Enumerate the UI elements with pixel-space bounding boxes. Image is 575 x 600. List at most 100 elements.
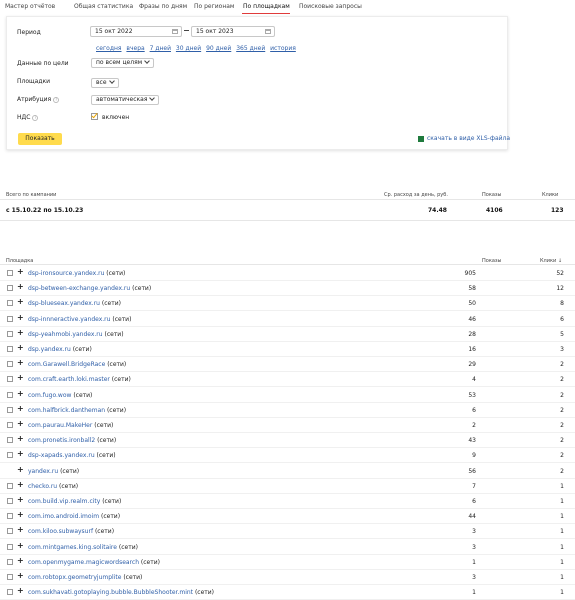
row-checkbox[interactable] xyxy=(7,270,13,276)
plus-icon[interactable]: + xyxy=(17,389,24,398)
site-name: com.build.vip.realm.city xyxy=(28,498,101,505)
row-checkbox[interactable] xyxy=(7,422,13,428)
site-link[interactable]: com.pronetis.ironball2 (сети) xyxy=(28,437,116,444)
site-network-tag: (сети) xyxy=(193,589,215,597)
site-clicks: 52 xyxy=(556,270,564,277)
period-link-90-days[interactable]: 90 дней xyxy=(206,45,231,52)
site-network-tag: (сети) xyxy=(110,315,132,323)
site-link[interactable]: com.halfbrick.dantheman (сети) xyxy=(28,407,126,414)
row-checkbox[interactable] xyxy=(7,285,13,292)
plus-icon[interactable]: + xyxy=(17,358,24,367)
site-clicks: 2 xyxy=(560,452,564,460)
tab-report-master[interactable]: Мастер отчётов xyxy=(5,3,55,10)
row-checkbox[interactable] xyxy=(7,482,13,489)
site-link[interactable]: com.openmygame.magicwordsearch (сети) xyxy=(28,559,160,566)
site-link[interactable]: com.imo.android.imoim (сети) xyxy=(28,513,120,520)
row-checkbox[interactable] xyxy=(7,513,13,520)
site-network-tag: (сети) xyxy=(95,437,117,445)
site-link[interactable]: dsp-yeahmobi.yandex.ru (сети) xyxy=(28,331,124,338)
row-checkbox[interactable] xyxy=(7,330,13,337)
period-link-today[interactable]: сегодня xyxy=(96,45,122,52)
period-label: Период xyxy=(17,29,41,36)
site-link[interactable]: checko.ru (сети) xyxy=(28,483,78,490)
tab-general-stats[interactable]: Общая статистика xyxy=(74,3,133,10)
site-link[interactable]: dsp-xapads.yandex.ru (сети) xyxy=(28,452,116,459)
plus-icon[interactable]: + xyxy=(17,419,24,428)
row-checkbox[interactable] xyxy=(7,300,13,307)
row-checkbox[interactable] xyxy=(7,558,13,565)
row-checkbox[interactable] xyxy=(7,452,13,459)
row-checkbox[interactable] xyxy=(7,437,13,444)
row-checkbox[interactable] xyxy=(7,391,13,398)
sites-select[interactable]: все xyxy=(91,78,119,88)
date-to-field[interactable]: 15 окт 2023 xyxy=(191,26,275,37)
period-link-365-days[interactable]: 365 дней xyxy=(236,45,265,52)
plus-icon[interactable]: + xyxy=(17,495,24,504)
site-link[interactable]: com.mintgames.king.solitaire (сети) xyxy=(28,544,138,551)
plus-icon[interactable]: + xyxy=(17,556,24,565)
plus-icon[interactable]: + xyxy=(17,510,24,519)
site-link[interactable]: dsp-ironsource.yandex.ru (сети) xyxy=(28,270,125,277)
plus-icon[interactable]: + xyxy=(17,373,24,382)
plus-icon[interactable]: + xyxy=(17,571,24,580)
show-button[interactable]: Показать xyxy=(18,133,62,145)
row-checkbox[interactable] xyxy=(7,574,13,580)
site-link[interactable]: com.craft.earth.loki.master (сети) xyxy=(28,376,131,383)
period-link-30-days[interactable]: 30 дней xyxy=(176,45,201,52)
plus-icon[interactable]: + xyxy=(17,313,24,322)
calendar-icon[interactable] xyxy=(265,29,271,34)
quick-period-links: сегодня вчера 7 дней 30 дней 90 дней 365… xyxy=(96,45,299,52)
table-row: + dsp-xapads.yandex.ru (сети) 9 2 xyxy=(0,448,575,464)
tab-search-queries[interactable]: Поисковые запросы xyxy=(299,3,362,10)
site-link[interactable]: dsp-between-exchange.yandex.ru (сети) xyxy=(28,285,151,292)
plus-icon[interactable]: + xyxy=(17,465,24,474)
site-link[interactable]: com.paurau.MakeHer (сети) xyxy=(28,422,113,429)
site-link[interactable]: com.fugo.wow (сети) xyxy=(28,392,92,399)
row-checkbox[interactable] xyxy=(7,589,13,596)
plus-icon[interactable]: + xyxy=(17,525,24,534)
row-checkbox[interactable] xyxy=(7,315,13,322)
goal-select[interactable]: по всем целям xyxy=(91,58,155,68)
plus-icon[interactable]: + xyxy=(17,328,24,337)
calendar-icon[interactable] xyxy=(172,29,178,34)
attribution-select[interactable]: автоматическая xyxy=(91,95,160,105)
tab-by-site[interactable]: По площадкам xyxy=(243,3,290,10)
period-link-yesterday[interactable]: вчера xyxy=(126,45,144,52)
date-from-field[interactable]: 15 окт 2022 xyxy=(90,26,182,37)
site-clicks: 2 xyxy=(560,376,564,384)
plus-icon[interactable]: + xyxy=(17,267,24,276)
vat-checkbox[interactable] xyxy=(91,111,98,120)
plus-icon[interactable]: + xyxy=(17,434,24,443)
site-link[interactable]: dsp.yandex.ru (сети) xyxy=(28,346,92,353)
row-checkbox[interactable] xyxy=(7,528,13,535)
plus-icon[interactable]: + xyxy=(17,297,24,306)
site-link[interactable]: dsp-blueseax.yandex.ru (сети) xyxy=(28,300,121,307)
plus-icon[interactable]: + xyxy=(17,449,24,458)
tab-by-region[interactable]: По регионам xyxy=(194,3,234,10)
site-link[interactable]: com.robtopx.geometryjumplite (сети) xyxy=(28,574,142,581)
row-checkbox[interactable] xyxy=(7,406,13,413)
download-xls-link[interactable]: скачать в виде XLS-файла xyxy=(418,135,510,142)
period-link-7-days[interactable]: 7 дней xyxy=(150,45,171,52)
help-icon[interactable]: ? xyxy=(32,114,39,121)
row-checkbox[interactable] xyxy=(7,346,13,352)
site-link[interactable]: com.Garawell.BridgeRace (сети) xyxy=(28,361,126,368)
plus-icon[interactable]: + xyxy=(17,586,24,595)
plus-icon[interactable]: + xyxy=(17,541,24,550)
period-link-history[interactable]: история xyxy=(270,45,296,52)
site-link[interactable]: yandex.ru (сети) xyxy=(28,468,79,475)
row-checkbox[interactable] xyxy=(7,361,13,368)
site-link[interactable]: dsp-innneractive.yandex.ru (сети) xyxy=(28,316,131,323)
help-icon[interactable]: ? xyxy=(53,96,60,103)
site-link[interactable]: com.sukhavati.gotoplaying.bubble.BubbleS… xyxy=(28,589,214,596)
site-link[interactable]: com.kiloo.subwaysurf (сети) xyxy=(28,528,114,535)
plus-icon[interactable]: + xyxy=(17,480,24,489)
plus-icon[interactable]: + xyxy=(17,343,24,352)
row-checkbox[interactable] xyxy=(7,543,13,550)
row-checkbox[interactable] xyxy=(7,498,13,504)
tab-phrases-by-day[interactable]: Фразы по дням xyxy=(139,3,187,10)
row-checkbox[interactable] xyxy=(7,376,13,383)
plus-icon[interactable]: + xyxy=(17,282,24,291)
site-link[interactable]: com.build.vip.realm.city (сети) xyxy=(28,498,121,505)
plus-icon[interactable]: + xyxy=(17,404,24,413)
